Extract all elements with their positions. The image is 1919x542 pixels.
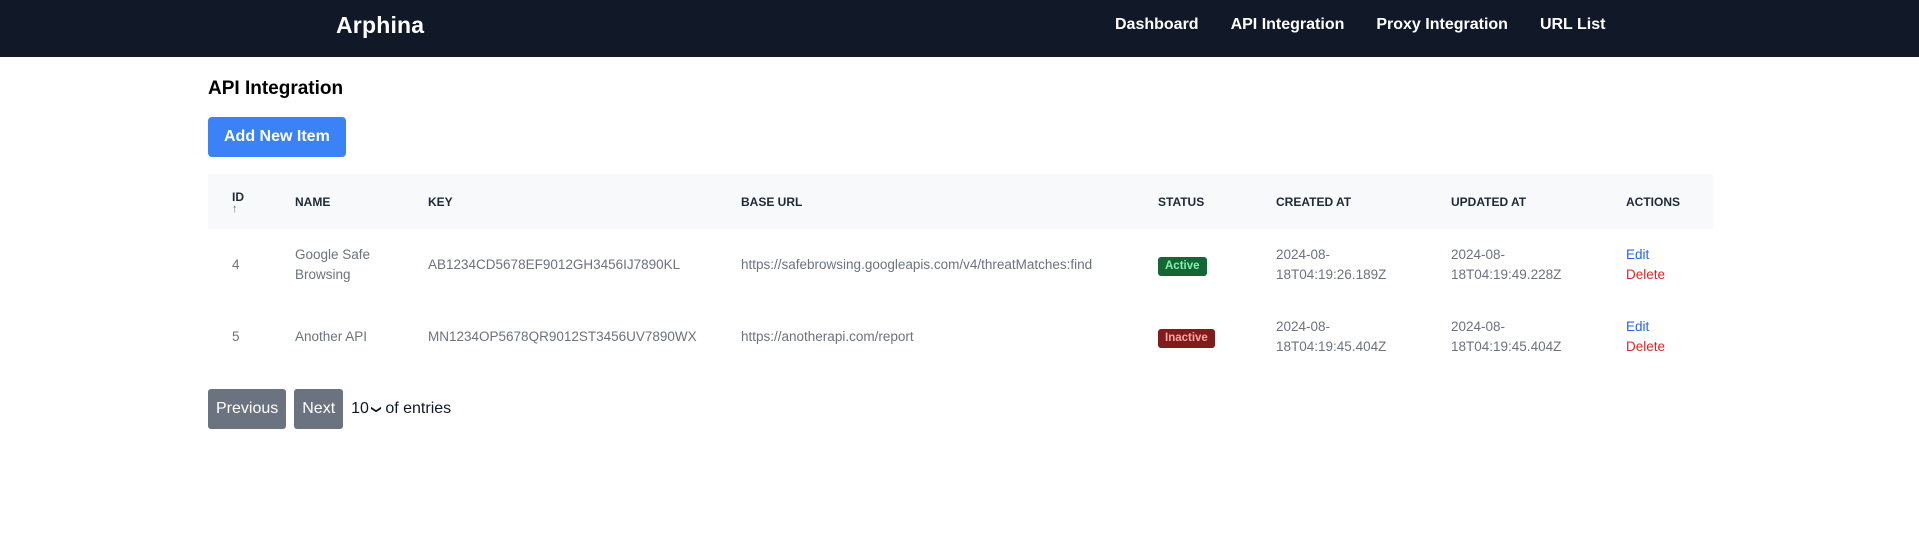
column-header-updated-at[interactable]: UPDATED AT	[1427, 174, 1602, 229]
cell-created-at: 2024-08-18T04:19:26.189Z	[1276, 247, 1387, 282]
column-header-id[interactable]: ID ↑	[208, 174, 271, 229]
edit-link[interactable]: Edit	[1626, 317, 1689, 337]
entries-label: of entries	[385, 400, 452, 417]
per-page-select[interactable]: 10 ❯	[351, 400, 382, 418]
page-title: API Integration	[208, 78, 344, 99]
next-button[interactable]: Next	[294, 389, 344, 429]
nav-links: Dashboard API Integration Proxy Integrat…	[1115, 16, 1637, 34]
cell-id: 4	[232, 257, 240, 272]
nav-link-dashboard[interactable]: Dashboard	[1115, 16, 1199, 34]
cell-base-url: https://safebrowsing.googleapis.com/v4/t…	[741, 257, 1093, 272]
status-badge: Active	[1158, 256, 1207, 276]
per-page-value: 10	[351, 400, 369, 417]
chevron-down-icon: ❯	[370, 404, 382, 414]
cell-id: 5	[232, 329, 240, 344]
status-badge: Inactive	[1158, 328, 1215, 348]
nav-link-url-list[interactable]: URL List	[1540, 16, 1605, 34]
add-new-item-button[interactable]: Add New Item	[208, 117, 346, 157]
cell-name: Another API	[295, 329, 368, 344]
api-integration-table: ID ↑ NAME KEY BASE URL STATUS CREATED AT…	[208, 174, 1713, 373]
column-header-name[interactable]: NAME	[271, 174, 404, 229]
cell-status: Active	[1134, 229, 1252, 301]
navbar: Arphina Dashboard API Integration Proxy …	[0, 0, 1919, 57]
delete-link[interactable]: Delete	[1626, 265, 1689, 285]
cell-key: MN1234OP5678QR9012ST3456UV7890WX	[428, 329, 697, 344]
cell-updated-at: 2024-08-18T04:19:45.404Z	[1451, 319, 1562, 354]
cell-actions: Edit Delete	[1602, 301, 1713, 373]
delete-link[interactable]: Delete	[1626, 337, 1689, 357]
previous-button[interactable]: Previous	[208, 389, 287, 429]
column-header-base-url[interactable]: BASE URL	[717, 174, 1134, 229]
table-row: 4 Google Safe Browsing AB1234CD5678EF901…	[208, 229, 1713, 301]
main-content: API Integration Add New Item ID ↑ NAME K…	[208, 57, 1713, 429]
table-header-row: ID ↑ NAME KEY BASE URL STATUS CREATED AT…	[208, 174, 1713, 229]
table-row: 5 Another API MN1234OP5678QR9012ST3456UV…	[208, 301, 1713, 373]
cell-updated-at: 2024-08-18T04:19:49.228Z	[1451, 247, 1562, 282]
nav-link-api-integration[interactable]: API Integration	[1231, 16, 1345, 34]
column-header-created-at[interactable]: CREATED AT	[1252, 174, 1427, 229]
brand-logo[interactable]: Arphina	[336, 12, 424, 39]
cell-base-url: https://anotherapi.com/report	[741, 329, 914, 344]
column-header-actions: ACTIONS	[1626, 194, 1680, 209]
edit-link[interactable]: Edit	[1626, 245, 1689, 265]
cell-status: Inactive	[1134, 301, 1252, 373]
column-header-status[interactable]: STATUS	[1134, 174, 1252, 229]
cell-created-at: 2024-08-18T04:19:45.404Z	[1276, 319, 1387, 354]
sort-ascending-icon[interactable]: ↑	[232, 203, 247, 214]
nav-link-proxy-integration[interactable]: Proxy Integration	[1376, 16, 1508, 34]
column-header-id-label: ID	[232, 189, 244, 204]
cell-name: Google Safe Browsing	[295, 247, 371, 282]
column-header-key[interactable]: KEY	[404, 174, 717, 229]
entries-per-page: 10 ❯ of entries	[351, 400, 451, 418]
pagination: Previous Next 10 ❯ of entries	[208, 389, 1713, 429]
cell-actions: Edit Delete	[1602, 229, 1713, 301]
cell-key: AB1234CD5678EF9012GH3456IJ7890KL	[428, 257, 681, 272]
